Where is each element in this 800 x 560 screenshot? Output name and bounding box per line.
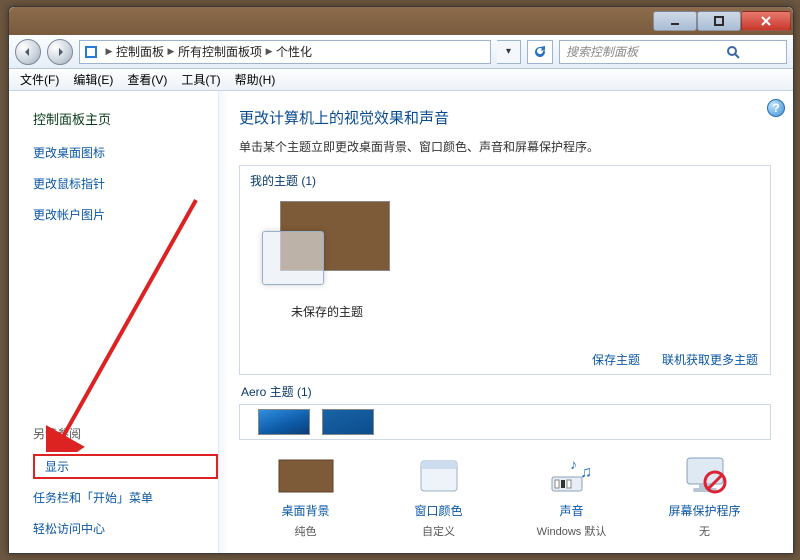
sound-icon: ♪♫ bbox=[540, 454, 604, 498]
breadcrumb-root[interactable]: 控制面板 bbox=[116, 43, 164, 60]
desktop-background-label: 桌面背景 bbox=[281, 502, 329, 519]
screensaver-icon bbox=[673, 454, 737, 498]
get-more-themes-link[interactable]: 联机获取更多主题 bbox=[662, 351, 758, 368]
sidebar-ease[interactable]: 轻松访问中心 bbox=[33, 520, 218, 537]
address-dropdown[interactable]: ▾ bbox=[497, 40, 521, 64]
sound-value: Windows 默认 bbox=[537, 523, 607, 539]
close-button[interactable] bbox=[741, 11, 791, 31]
sidebar-desktop-icons[interactable]: 更改桌面图标 bbox=[33, 144, 218, 161]
sidebar-mouse-pointers[interactable]: 更改鼠标指针 bbox=[33, 175, 218, 192]
main-pane: ? 更改计算机上的视觉效果和声音 单击某个主题立即更改桌面背景、窗口颜色、声音和… bbox=[219, 91, 793, 553]
window-color-label: 窗口颜色 bbox=[414, 502, 462, 519]
search-placeholder: 搜索控制面板 bbox=[560, 43, 673, 60]
my-themes-label: 我的主题 (1) bbox=[240, 166, 770, 191]
content-body: 控制面板主页 更改桌面图标 更改鼠标指针 更改帐户图片 另请参阅 显示 任务栏和… bbox=[9, 91, 793, 553]
menu-tools[interactable]: 工具(T) bbox=[174, 71, 227, 88]
aero-theme-thumb[interactable] bbox=[322, 409, 374, 435]
menu-edit[interactable]: 编辑(E) bbox=[66, 71, 120, 88]
sidebar-see-also: 另请参阅 bbox=[33, 425, 218, 442]
desktop-background-item[interactable]: 桌面背景 纯色 bbox=[246, 454, 366, 539]
save-theme-link[interactable]: 保存主题 bbox=[592, 351, 640, 368]
theme-thumbnail bbox=[262, 195, 392, 295]
sound-label: 声音 bbox=[559, 502, 583, 519]
theme-caption: 未保存的主题 bbox=[259, 303, 395, 320]
aero-theme-thumb[interactable] bbox=[258, 409, 310, 435]
address-bar[interactable]: ▶ 控制面板 ▶ 所有控制面板项 ▶ 个性化 bbox=[79, 40, 491, 64]
window-color-icon bbox=[407, 454, 471, 498]
chevron-right-icon: ▶ bbox=[262, 41, 276, 63]
page-title: 更改计算机上的视觉效果和声音 bbox=[239, 107, 771, 128]
sidebar-display[interactable]: 显示 bbox=[33, 454, 218, 479]
side-pane: 控制面板主页 更改桌面图标 更改鼠标指针 更改帐户图片 另请参阅 显示 任务栏和… bbox=[9, 91, 219, 553]
sidebar-account-picture[interactable]: 更改帐户图片 bbox=[33, 206, 218, 223]
menu-view[interactable]: 查看(V) bbox=[120, 71, 174, 88]
window-color-item[interactable]: 窗口颜色 自定义 bbox=[379, 454, 499, 539]
search-input[interactable]: 搜索控制面板 bbox=[559, 40, 787, 64]
chevron-right-icon: ▶ bbox=[102, 41, 116, 63]
aero-themes-label: Aero 主题 (1) bbox=[241, 383, 771, 400]
desktop-background-value: 纯色 bbox=[295, 523, 317, 539]
window-color-value: 自定义 bbox=[422, 523, 455, 539]
minimize-button[interactable] bbox=[653, 11, 697, 31]
window: ▶ 控制面板 ▶ 所有控制面板项 ▶ 个性化 ▾ 搜索控制面板 文件(F) 编辑… bbox=[8, 6, 794, 554]
address-row: ▶ 控制面板 ▶ 所有控制面板项 ▶ 个性化 ▾ 搜索控制面板 bbox=[9, 35, 793, 69]
chevron-right-icon: ▶ bbox=[164, 41, 178, 63]
search-icon bbox=[673, 45, 786, 59]
options-row: 桌面背景 纯色 窗口颜色 自定义 ♪♫ 声音 Windows 默认 bbox=[239, 454, 771, 539]
control-panel-icon bbox=[80, 45, 102, 59]
breadcrumb-sub[interactable]: 所有控制面板项 bbox=[178, 43, 262, 60]
sound-item[interactable]: ♪♫ 声音 Windows 默认 bbox=[512, 454, 632, 539]
screensaver-value: 无 bbox=[699, 523, 710, 539]
page-subtitle: 单击某个主题立即更改桌面背景、窗口颜色、声音和屏幕保护程序。 bbox=[239, 138, 771, 155]
forward-button[interactable] bbox=[47, 39, 73, 65]
screensaver-label: 屏幕保护程序 bbox=[668, 502, 740, 519]
screensaver-item[interactable]: 屏幕保护程序 无 bbox=[645, 454, 765, 539]
my-themes-panel: 我的主题 (1) 未保存的主题 保存主题 联机获取更多主题 bbox=[239, 165, 771, 375]
menu-file[interactable]: 文件(F) bbox=[13, 71, 66, 88]
sidebar-taskbar[interactable]: 任务栏和「开始」菜单 bbox=[33, 489, 218, 506]
aero-themes-panel bbox=[239, 404, 771, 440]
svg-text:♪: ♪ bbox=[570, 456, 577, 472]
sidebar-home[interactable]: 控制面板主页 bbox=[33, 109, 218, 128]
desktop-background-icon bbox=[274, 454, 338, 498]
title-bar bbox=[9, 7, 793, 35]
svg-text:♫: ♫ bbox=[580, 464, 592, 481]
menu-bar: 文件(F) 编辑(E) 查看(V) 工具(T) 帮助(H) bbox=[9, 69, 793, 91]
breadcrumb-leaf[interactable]: 个性化 bbox=[276, 43, 312, 60]
theme-unsaved[interactable]: 未保存的主题 bbox=[258, 194, 396, 342]
refresh-button[interactable] bbox=[527, 40, 553, 64]
help-button[interactable]: ? bbox=[767, 99, 785, 117]
maximize-button[interactable] bbox=[697, 11, 741, 31]
menu-help[interactable]: 帮助(H) bbox=[228, 71, 283, 88]
back-button[interactable] bbox=[15, 39, 41, 65]
